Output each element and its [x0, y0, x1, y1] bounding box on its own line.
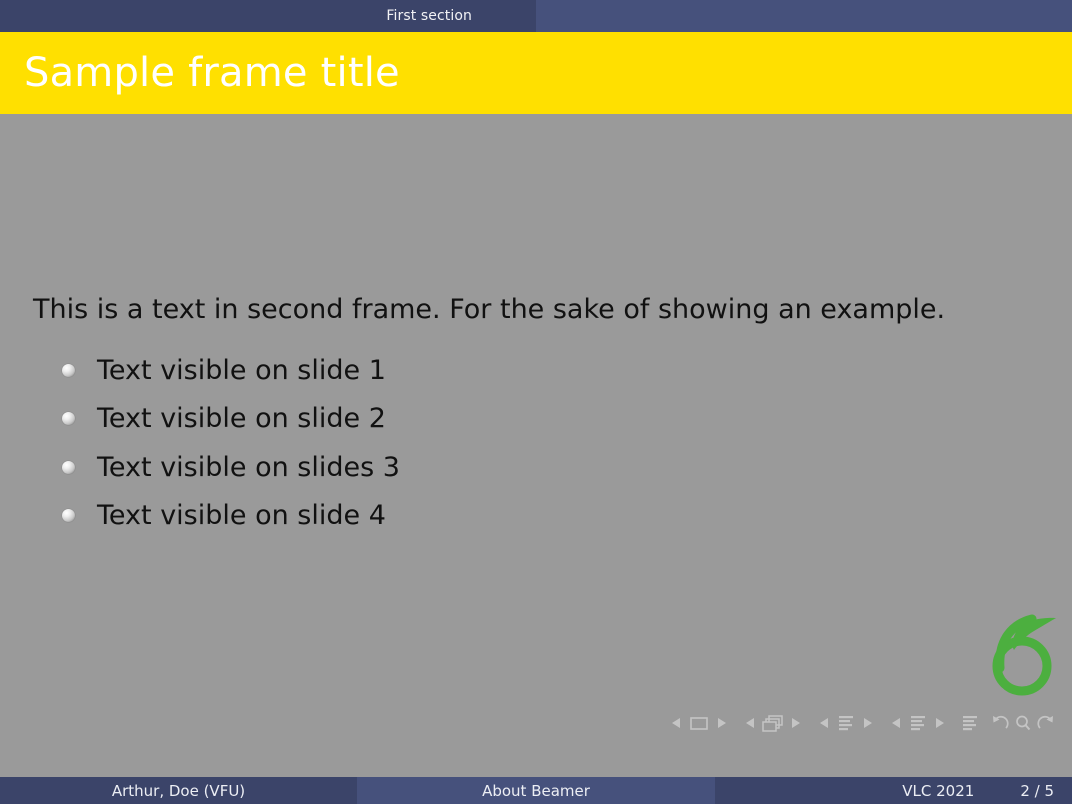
subsection-previous-icon[interactable]: [814, 715, 834, 731]
section-previous-icon[interactable]: [886, 715, 906, 731]
footer-page-number: 2 / 5: [1020, 781, 1054, 800]
intro-paragraph: This is a text in second frame. For the …: [33, 294, 946, 325]
section-nav-item-first-section[interactable]: First section: [0, 0, 536, 32]
search-icon[interactable]: [1012, 714, 1034, 732]
presentation-icon[interactable]: [958, 714, 982, 732]
ball-bullet-icon: [62, 509, 75, 523]
footer-title: About Beamer: [357, 777, 715, 804]
nav-group-subsection: [814, 714, 878, 732]
list-item: Text visible on slide 4: [62, 492, 400, 541]
nav-group-slide: [666, 715, 732, 731]
ball-bullet-icon: [62, 460, 75, 474]
frame-next-icon[interactable]: [786, 715, 806, 731]
nav-group-history: [990, 714, 1056, 732]
nav-group-section: [886, 714, 950, 732]
section-nav-item-remaining[interactable]: [536, 0, 1072, 32]
page-title: Sample frame title: [24, 50, 400, 96]
nav-group-frame: [740, 714, 806, 732]
footer-date-and-page: VLC 2021 2 / 5: [715, 777, 1072, 804]
frame-icon[interactable]: [760, 714, 786, 732]
slide-previous-icon[interactable]: [666, 715, 686, 731]
list-item-label: Text visible on slide 2: [97, 403, 386, 435]
ball-bullet-icon: [62, 363, 75, 377]
beamer-navigation-symbols[interactable]: [666, 712, 1064, 734]
slide-body: This is a text in second frame. For the …: [0, 114, 1072, 760]
list-item: Text visible on slide 1: [62, 346, 400, 395]
footer-title-label: About Beamer: [482, 781, 590, 800]
bullet-list: Text visible on slide 1 Text visible on …: [62, 346, 400, 540]
section-nav-label: First section: [386, 8, 472, 24]
frame-title-bar: Sample frame title: [0, 32, 1072, 114]
footer-author-label: Arthur, Doe (VFU): [111, 781, 246, 800]
list-item: Text visible on slide 2: [62, 395, 400, 444]
subsection-icon[interactable]: [834, 714, 858, 732]
section-icon[interactable]: [906, 714, 930, 732]
footer-date-label: VLC 2021: [902, 781, 975, 800]
beamer-slide: First section Sample frame title This is…: [0, 0, 1072, 804]
logo-graphic: [992, 614, 1056, 696]
section-navigation-bar: First section: [0, 0, 1072, 32]
nav-group-presentation: [958, 714, 982, 732]
subsection-next-icon[interactable]: [858, 715, 878, 731]
list-item: Text visible on slides 3: [62, 443, 400, 492]
forward-icon[interactable]: [1034, 714, 1056, 732]
list-item-label: Text visible on slide 4: [97, 500, 386, 532]
green-sprout-six-logo: [988, 612, 1060, 698]
back-icon[interactable]: [990, 714, 1012, 732]
list-item-label: Text visible on slide 1: [97, 354, 386, 386]
slide-icon[interactable]: [686, 715, 712, 731]
list-item-label: Text visible on slides 3: [97, 451, 400, 483]
frame-previous-icon[interactable]: [740, 715, 760, 731]
footer-author: Arthur, Doe (VFU): [0, 777, 357, 804]
footer-bar: Arthur, Doe (VFU) About Beamer VLC 2021 …: [0, 777, 1072, 804]
slide-next-icon[interactable]: [712, 715, 732, 731]
ball-bullet-icon: [62, 412, 75, 426]
section-next-icon[interactable]: [930, 715, 950, 731]
